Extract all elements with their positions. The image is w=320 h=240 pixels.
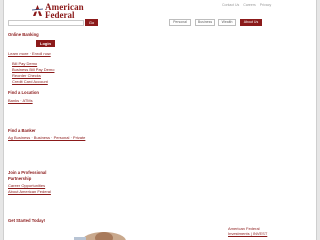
reorder-checks-link[interactable]: Reorder Checks: [12, 73, 41, 78]
career-opportunities-link[interactable]: Career Opportunities: [8, 183, 45, 188]
tab-personal[interactable]: Personal: [169, 19, 191, 26]
professional-partnership-heading-1: Join a Professional: [8, 170, 47, 175]
util-link-contact[interactable]: Contact Us: [222, 3, 239, 7]
professional-partnership-heading-2: Partnership: [8, 176, 32, 181]
investments-line2[interactable]: Investments | INVEST: [228, 231, 267, 236]
about-american-federal-link[interactable]: About American Federal: [8, 189, 51, 194]
credit-card-link[interactable]: Credit Card Account: [12, 79, 48, 84]
tab-about-us[interactable]: About Us: [240, 19, 262, 26]
page: American Federal BANK · SINCE · SIXTIES …: [3, 0, 317, 240]
business-bill-pay-link[interactable]: Business Bill Pay Demo: [12, 67, 54, 72]
utility-links: Contact Us Careers Privacy: [222, 3, 274, 7]
banker-types-link-1[interactable]: Ag Business · Business · Personal · Priv…: [8, 135, 85, 140]
find-banker-heading: Find a Banker: [8, 128, 36, 133]
login-button[interactable]: Login: [36, 40, 55, 47]
bill-pay-demo-link[interactable]: Bill Pay Demo: [12, 61, 37, 66]
tab-business[interactable]: Business: [195, 19, 215, 26]
util-link-privacy[interactable]: Privacy: [260, 3, 271, 7]
util-link-careers[interactable]: Careers: [243, 3, 255, 7]
hero-banner-image: [74, 232, 126, 240]
search-input[interactable]: [8, 20, 84, 26]
tab-wealth[interactable]: Wealth: [218, 19, 236, 26]
learn-more-link[interactable]: Learn more · Enroll now: [8, 51, 51, 56]
search-button[interactable]: Go: [85, 19, 98, 26]
banks-atms-link[interactable]: Banks · ATMs: [8, 98, 33, 103]
find-location-heading: Find a Location: [8, 90, 39, 95]
online-banking-heading: Online Banking: [8, 32, 39, 37]
get-started-heading: Get Started Today!: [8, 218, 46, 223]
eagle-logo-icon: [32, 5, 43, 16]
